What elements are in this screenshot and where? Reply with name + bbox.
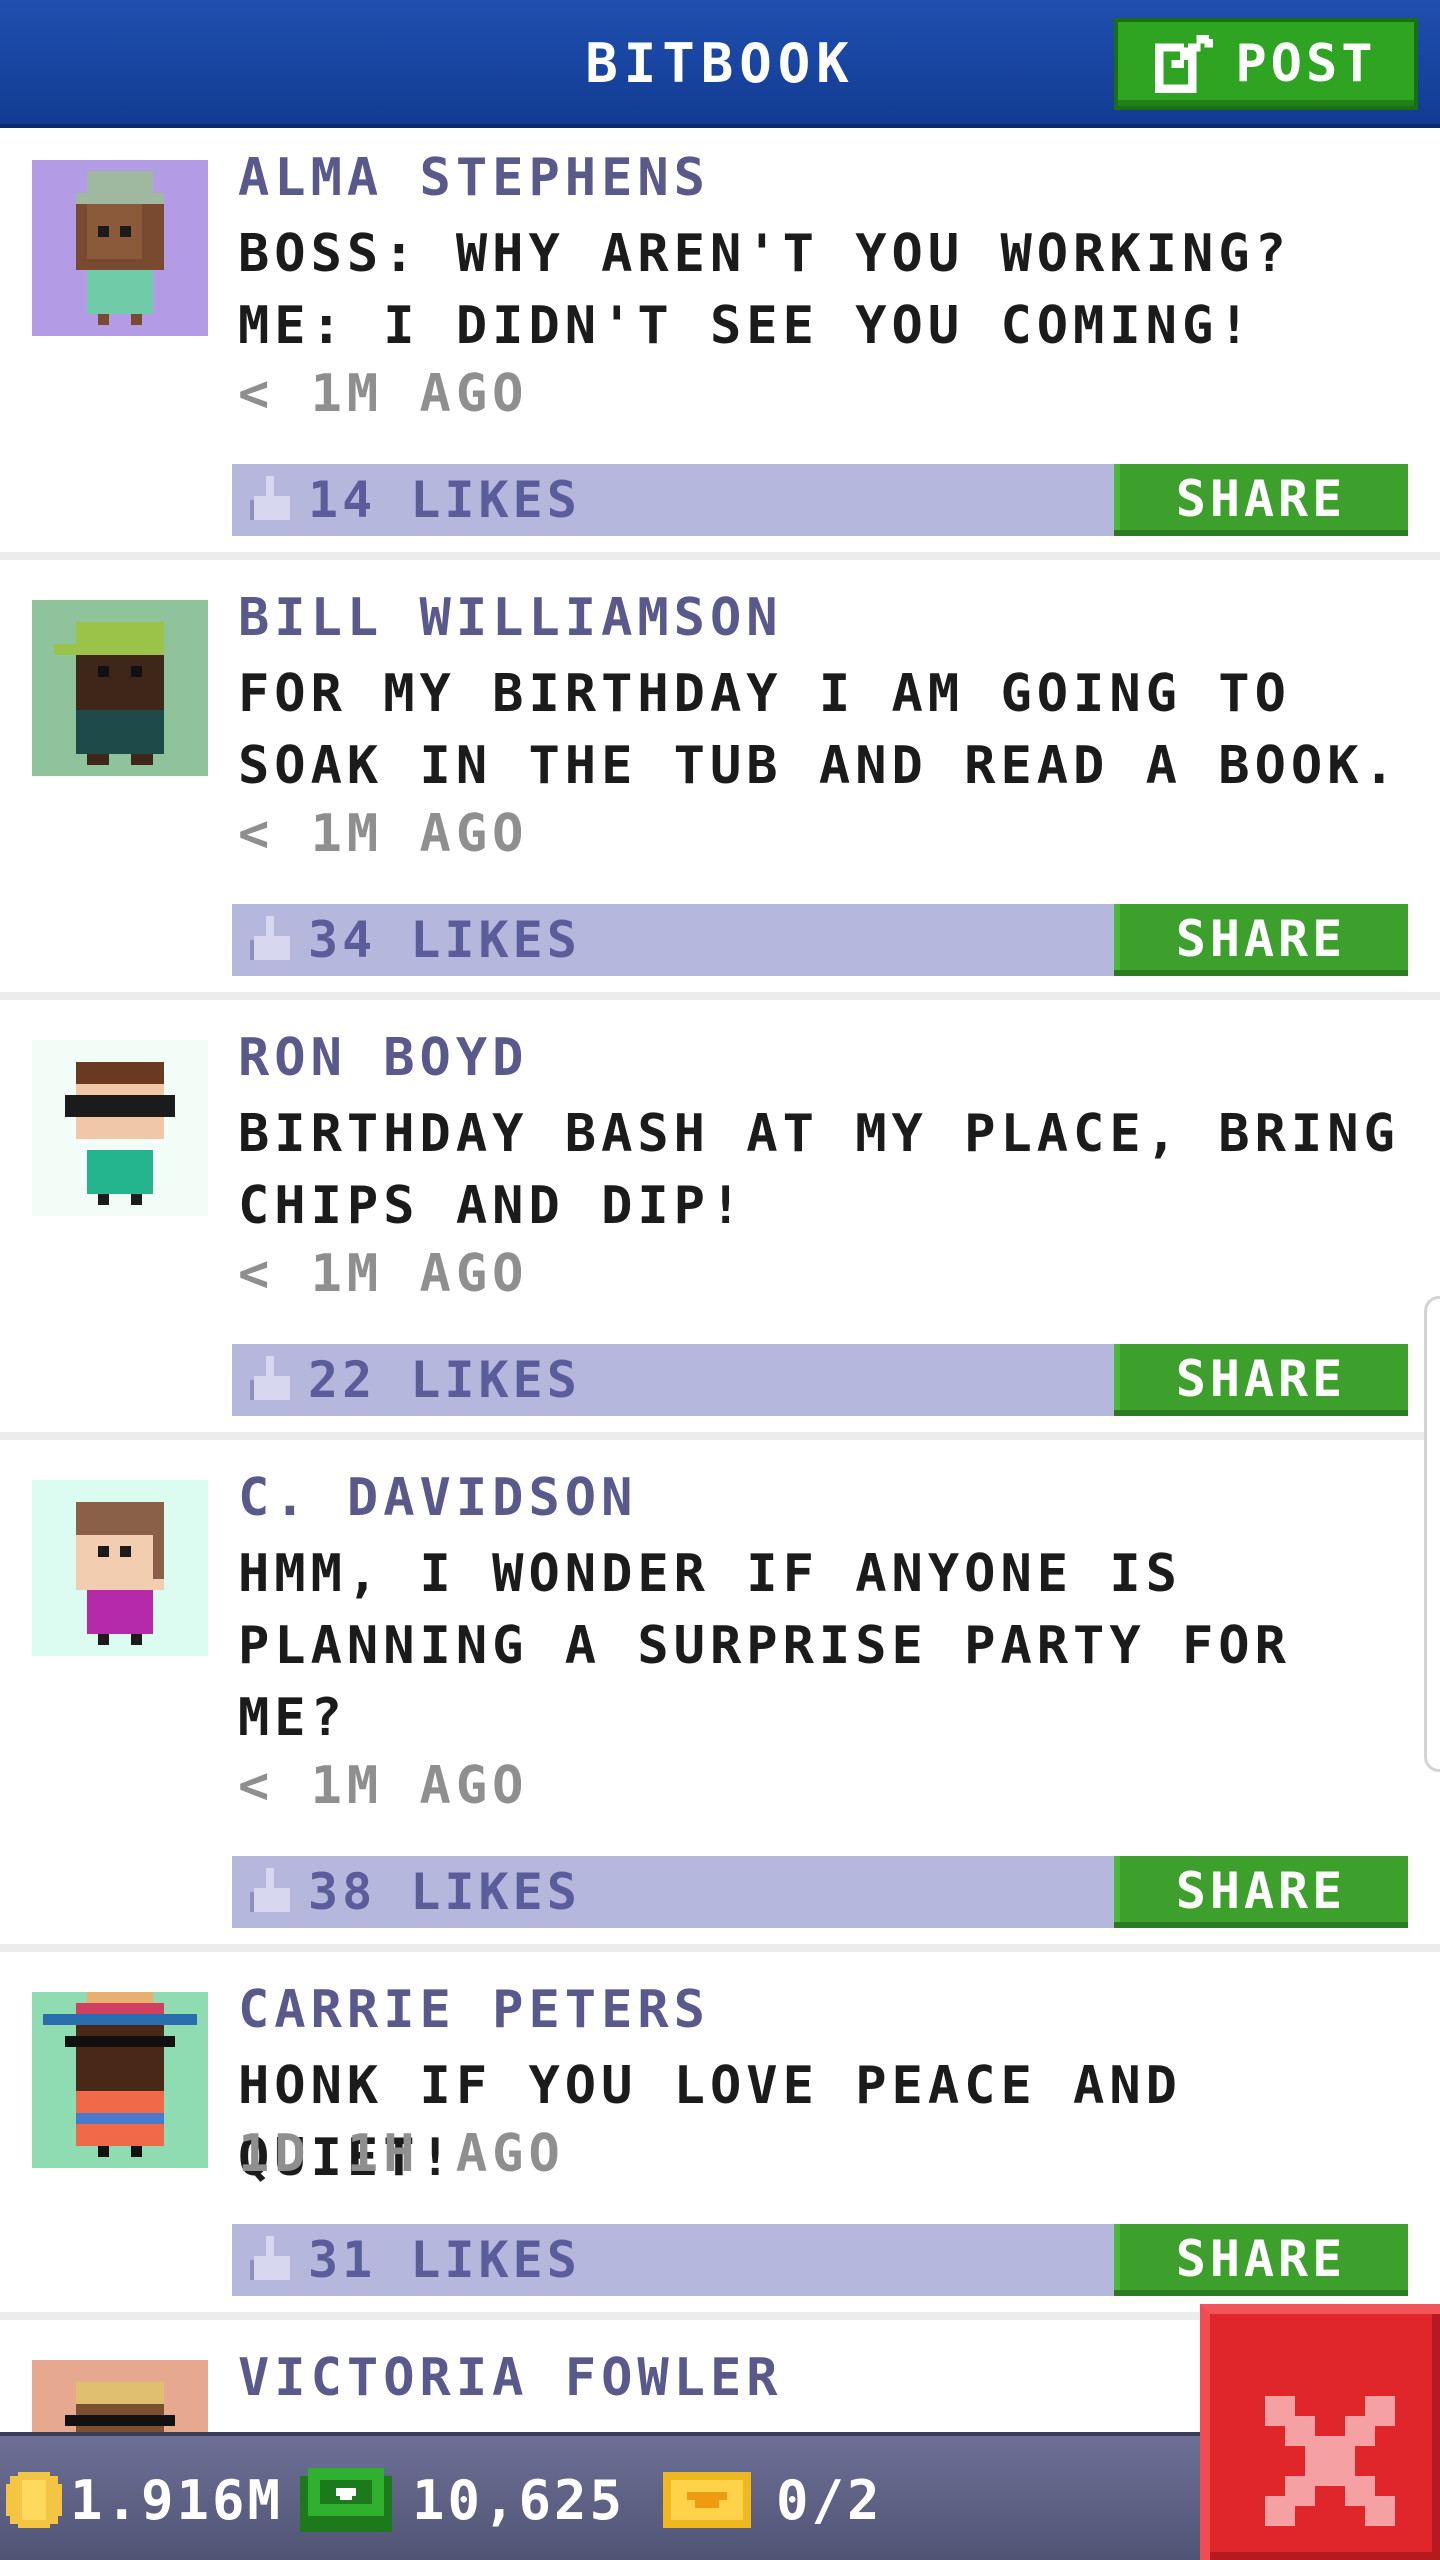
app-header: BITBOOK POST — [0, 0, 1440, 128]
post-author: RON BOYD — [238, 1028, 529, 1088]
likes-bar: 14 LIKES SHARE — [232, 464, 1408, 536]
post-button[interactable]: POST — [1114, 18, 1418, 110]
post-author: VICTORIA FOWLER — [238, 2348, 783, 2408]
likes-count: 38 LIKES — [308, 1863, 581, 1921]
tickets-value: 0/2 — [776, 2468, 883, 2532]
likes-count: 22 LIKES — [308, 1351, 581, 1409]
coins-value: 1.916M — [70, 2468, 284, 2532]
post-time: < 1M AGO — [238, 364, 529, 424]
avatar[interactable] — [32, 2360, 208, 2432]
coins-stat: 1.916M — [6, 2436, 283, 2560]
post-text: FOR MY BIRTHDAY I AM GOING TO SOAK IN TH… — [238, 664, 1400, 796]
share-button[interactable]: SHARE — [1114, 1856, 1408, 1928]
post-text: HMM, I WONDER IF ANYONE IS PLANNING A SU… — [238, 1544, 1291, 1748]
thumbs-up-icon[interactable] — [250, 476, 294, 524]
avatar[interactable] — [32, 600, 208, 776]
likes-bar: 38 LIKES SHARE — [232, 1856, 1408, 1928]
share-button[interactable]: SHARE — [1114, 2224, 1408, 2296]
feed-post: BILL WILLIAMSON FOR MY BIRTHDAY I AM GOI… — [0, 572, 1440, 1000]
thumbs-up-icon[interactable] — [250, 2236, 294, 2284]
likes-count: 31 LIKES — [308, 2231, 581, 2289]
post-text: BIRTHDAY BASH AT MY PLACE, BRING CHIPS A… — [238, 1104, 1400, 1236]
ticket-icon — [663, 2472, 751, 2528]
likes-count: 14 LIKES — [308, 471, 581, 529]
close-button[interactable] — [1200, 2304, 1440, 2560]
avatar[interactable] — [32, 1992, 208, 2168]
likes-bar: 34 LIKES SHARE — [232, 904, 1408, 976]
post-button-label: POST — [1235, 34, 1377, 94]
post-time: < 1M AGO — [238, 1756, 529, 1816]
post-time: 1D 1H AGO — [238, 2124, 565, 2184]
feed-post: C. DAVIDSON HMM, I WONDER IF ANYONE IS P… — [0, 1452, 1440, 1952]
likes-bar: 22 LIKES SHARE — [232, 1344, 1408, 1416]
likes-bar: 31 LIKES SHARE — [232, 2224, 1408, 2296]
bux-icon — [300, 2468, 392, 2532]
feed-post: RON BOYD BIRTHDAY BASH AT MY PLACE, BRIN… — [0, 1012, 1440, 1440]
post-time: < 1M AGO — [238, 1244, 529, 1304]
likes-count: 34 LIKES — [308, 911, 581, 969]
share-button[interactable]: SHARE — [1114, 904, 1408, 976]
thumbs-up-icon[interactable] — [250, 1356, 294, 1404]
feed-post: CARRIE PETERS HONK IF YOU LOVE PEACE AND… — [0, 1964, 1440, 2320]
post-author: BILL WILLIAMSON — [238, 588, 783, 648]
tickets-stat: 0/2 — [662, 2436, 883, 2560]
avatar[interactable] — [32, 160, 208, 336]
avatar[interactable] — [32, 1040, 208, 1216]
post-author: CARRIE PETERS — [238, 1980, 710, 2040]
post-author: C. DAVIDSON — [238, 1468, 638, 1528]
avatar[interactable] — [32, 1480, 208, 1656]
post-text: BOSS: WHY AREN'T YOU WORKING? ME: I DIDN… — [238, 224, 1291, 356]
coin-icon — [6, 2472, 62, 2528]
bux-stat: 10,625 — [300, 2436, 625, 2560]
feed-post: ALMA STEPHENS BOSS: WHY AREN'T YOU WORKI… — [0, 132, 1440, 560]
share-button[interactable]: SHARE — [1114, 1344, 1408, 1416]
thumbs-up-icon[interactable] — [250, 1868, 294, 1916]
post-author: ALMA STEPHENS — [238, 148, 710, 208]
news-feed[interactable]: ALMA STEPHENS BOSS: WHY AREN'T YOU WORKI… — [0, 132, 1440, 2432]
bux-value: 10,625 — [412, 2468, 626, 2532]
thumbs-up-icon[interactable] — [250, 916, 294, 964]
close-icon — [1265, 2396, 1395, 2526]
share-button[interactable]: SHARE — [1114, 464, 1408, 536]
post-time: < 1M AGO — [238, 804, 529, 864]
edit-icon — [1155, 35, 1214, 93]
scrollbar[interactable] — [1424, 1296, 1440, 1772]
